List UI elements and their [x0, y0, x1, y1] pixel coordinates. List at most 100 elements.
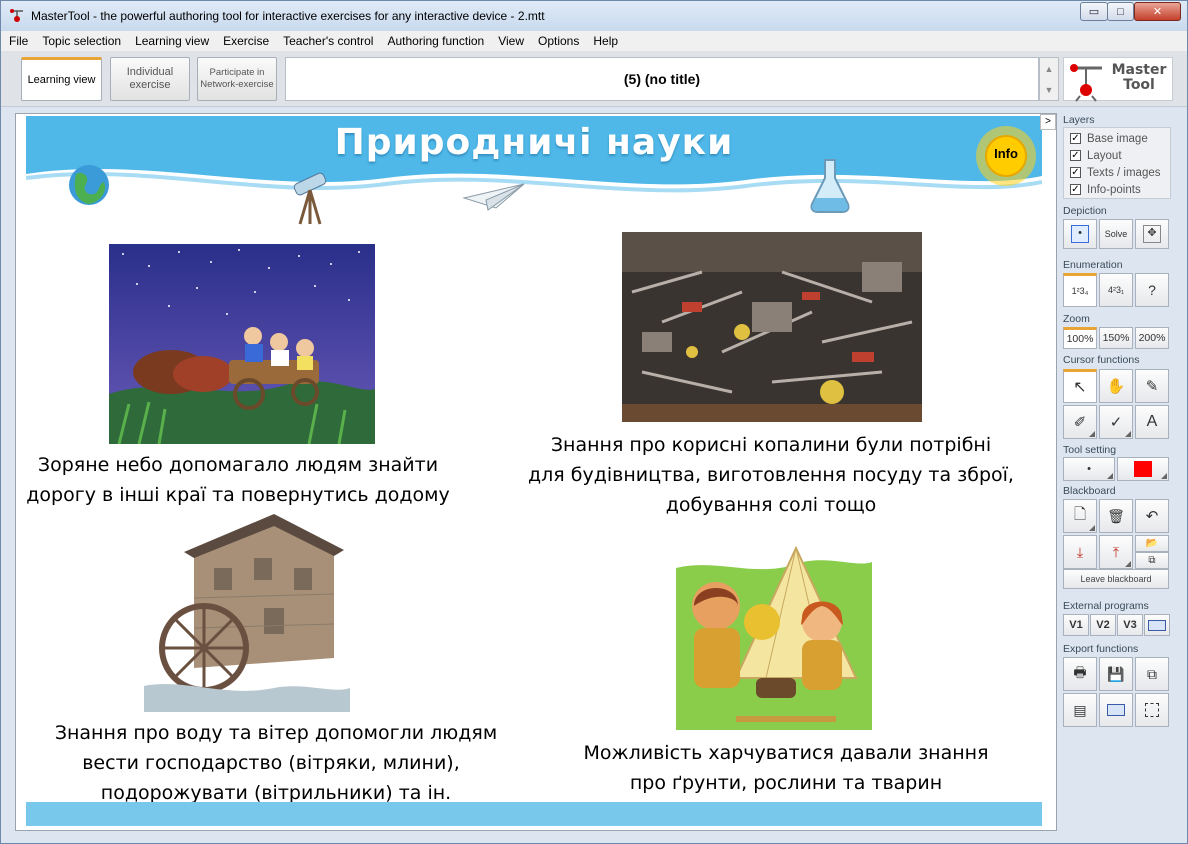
scroll-up-icon[interactable]: ▲ — [1045, 64, 1054, 74]
download-icon: ⤓ — [1076, 543, 1084, 560]
mastertool-app-icon — [10, 9, 23, 22]
application-window: MasterTool - the powerful authoring tool… — [0, 0, 1188, 844]
pointer-tool-button[interactable]: ↖ — [1063, 369, 1097, 403]
minimize-button[interactable]: ▭ — [1080, 2, 1108, 21]
caption-minerals-line2: для будівництва, виготовлення посуду та … — [528, 464, 1014, 486]
external-programs-title: External programs — [1063, 600, 1149, 612]
menu-learning-view[interactable]: Learning view — [135, 34, 209, 48]
external-v1-button[interactable]: V1 — [1063, 614, 1089, 636]
learning-view-button[interactable]: Learning view — [21, 57, 102, 101]
layer-label: Layout — [1087, 149, 1122, 162]
depiction-point-button[interactable]: • — [1063, 219, 1097, 249]
caption-water-wind-line2: вести господарство (вітряки, млини), — [82, 752, 460, 774]
logo-line2: Tool — [1123, 77, 1155, 93]
lesson-canvas[interactable]: Природничі науки Info Зоряне небо допома… — [15, 113, 1057, 831]
zoom-200-button[interactable]: 200% — [1135, 327, 1169, 349]
title-bar[interactable]: MasterTool - the powerful authoring tool… — [1, 1, 1187, 31]
solve-button[interactable]: Solve — [1099, 219, 1133, 249]
zoom-150-button[interactable]: 150% — [1099, 327, 1133, 349]
banner-title: Природничі науки — [334, 122, 734, 163]
network-exercise-button[interactable]: Participate in Network-exercise — [197, 57, 277, 101]
dropdown-corner-icon — [1125, 431, 1131, 437]
clipboard-copy-button[interactable]: ⧉ — [1135, 657, 1169, 691]
leave-blackboard-button[interactable]: Leave blackboard — [1063, 569, 1169, 589]
marker-tool-button[interactable]: ✐ — [1063, 405, 1097, 439]
mastertool-logo: Master Tool — [1063, 57, 1173, 102]
undo-button[interactable]: ↶ — [1135, 499, 1169, 533]
menu-file[interactable]: File — [9, 34, 28, 48]
enumeration-random-button[interactable]: 4²3₁ — [1099, 273, 1133, 307]
color-picker-button[interactable] — [1117, 457, 1169, 481]
dropdown-corner-icon — [1161, 473, 1167, 479]
crop-button[interactable] — [1135, 693, 1169, 727]
depiction-move-button[interactable]: ✥ — [1135, 219, 1169, 249]
export-functions-title: Export functions — [1063, 643, 1139, 655]
check-tool-button[interactable]: ✓ — [1099, 405, 1133, 439]
delete-button[interactable]: 🗑 — [1099, 499, 1133, 533]
maximize-button[interactable]: □ — [1107, 2, 1134, 21]
import-button[interactable]: ⤓ — [1063, 535, 1097, 569]
tool-panel: Layers ✓ Base image ✓ Layout ✓ Texts / imag… — [1061, 111, 1177, 833]
blackboard-title: Blackboard — [1063, 485, 1116, 497]
menu-authoring-function[interactable]: Authoring function — [387, 34, 484, 48]
pen-tool-button[interactable]: ✎ — [1135, 369, 1169, 403]
layer-info-points[interactable]: ✓ Info-points — [1070, 181, 1170, 198]
caption-stars: Зоряне небо допомагало людям знайти доро… — [26, 450, 450, 510]
screenshot-button[interactable] — [1099, 693, 1133, 727]
layer-layout[interactable]: ✓ Layout — [1070, 147, 1170, 164]
copy-page-button[interactable]: ⧉ — [1135, 552, 1169, 569]
export-document-button[interactable]: ▤ — [1063, 693, 1097, 727]
menu-exercise[interactable]: Exercise — [223, 34, 269, 48]
flask-icon — [810, 159, 850, 213]
logo-line1: Master — [1111, 62, 1167, 78]
page-scroller[interactable]: ▲ ▼ — [1039, 57, 1059, 101]
move-icon: ✥ — [1143, 225, 1161, 243]
save-button[interactable]: 💾 — [1099, 657, 1133, 691]
copy-icon: ⧉ — [1148, 555, 1156, 566]
menu-teachers-control[interactable]: Teacher's control — [283, 34, 373, 48]
layer-base-image[interactable]: ✓ Base image — [1070, 130, 1170, 147]
hand-tool-button[interactable]: ✋ — [1099, 369, 1133, 403]
dropdown-corner-icon — [1089, 431, 1095, 437]
numbers-ascending-icon: 1²3₄ — [1071, 286, 1089, 296]
cursor-functions-title: Cursor functions — [1063, 354, 1140, 366]
external-v3-button[interactable]: V3 — [1117, 614, 1143, 636]
new-document-icon: 🗋 — [1073, 505, 1087, 523]
menu-options[interactable]: Options — [538, 34, 579, 48]
copy-pages-icon: ⧉ — [1147, 665, 1157, 682]
checkbox-checked-icon[interactable]: ✓ — [1070, 150, 1081, 161]
text-tool-button[interactable]: A — [1135, 405, 1169, 439]
menu-help[interactable]: Help — [593, 34, 618, 48]
layer-texts-images[interactable]: ✓ Texts / images — [1070, 164, 1170, 181]
water-mill-picture — [144, 514, 350, 712]
new-page-button[interactable]: 🗋 — [1063, 499, 1097, 533]
scroll-down-icon[interactable]: ▼ — [1045, 85, 1054, 95]
close-button[interactable]: ✕ — [1134, 2, 1181, 21]
menu-bar: File Topic selection Learning view Exerc… — [1, 31, 1187, 51]
zoom-100-button[interactable]: 100% — [1063, 327, 1097, 349]
document-list-icon: ▤ — [1073, 701, 1087, 718]
checkmark-icon: ✓ — [1109, 414, 1123, 431]
enumeration-sequential-button[interactable]: 1²3₄ — [1063, 273, 1097, 307]
checkbox-checked-icon[interactable]: ✓ — [1070, 184, 1081, 195]
info-button[interactable]: Info — [974, 124, 1038, 188]
layer-label: Info-points — [1087, 183, 1141, 196]
keyboard-button[interactable] — [1144, 614, 1170, 636]
checkbox-checked-icon[interactable]: ✓ — [1070, 133, 1081, 144]
print-button[interactable]: 🖶 — [1063, 657, 1097, 691]
menu-topic-selection[interactable]: Topic selection — [42, 34, 121, 48]
mode-toolbar: Learning view Individual exercise Partic… — [1, 51, 1187, 107]
external-v2-button[interactable]: V2 — [1090, 614, 1116, 636]
minimize-icon: ▭ — [1088, 6, 1100, 18]
enumeration-help-button[interactable]: ? — [1135, 273, 1169, 307]
pen-icon: ✎ — [1145, 378, 1159, 395]
checkbox-checked-icon[interactable]: ✓ — [1070, 167, 1081, 178]
export-button[interactable]: ⤒ — [1099, 535, 1133, 569]
individual-exercise-button[interactable]: Individual exercise — [110, 57, 190, 101]
info-label: Info — [994, 146, 1018, 161]
open-folder-button[interactable]: 📂 — [1135, 535, 1169, 552]
line-width-button[interactable]: • — [1063, 457, 1115, 481]
menu-view[interactable]: View — [498, 34, 524, 48]
panel-collapse-button[interactable]: > — [1040, 114, 1056, 130]
night-sky-travelers-picture — [109, 244, 375, 444]
